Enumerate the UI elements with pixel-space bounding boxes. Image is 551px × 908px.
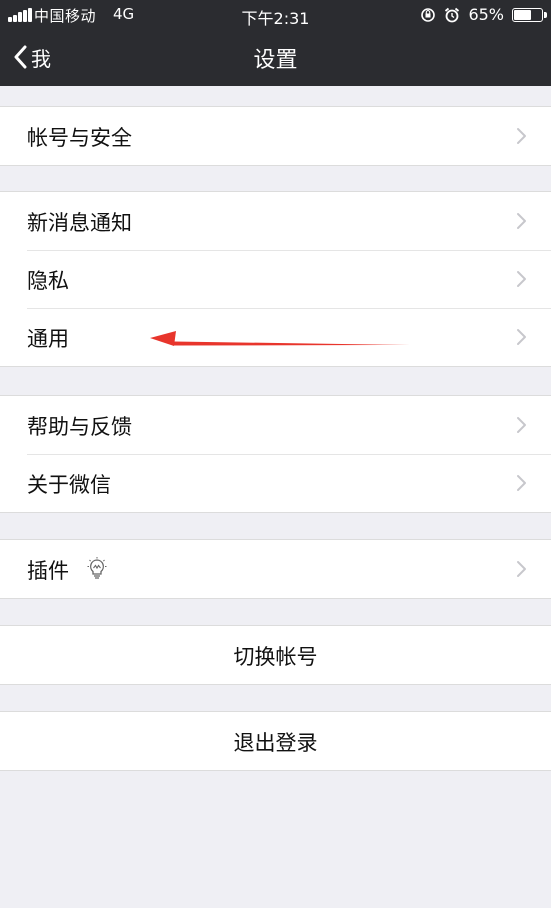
battery-icon bbox=[512, 7, 547, 22]
switch-account-button[interactable]: 切换帐号 bbox=[0, 626, 551, 684]
cell-privacy[interactable]: 隐私 bbox=[0, 250, 551, 308]
chevron-right-icon bbox=[517, 561, 526, 577]
logout-button[interactable]: 退出登录 bbox=[0, 712, 551, 770]
top-bar: 中国移动 4G 下午2:31 65% 我 设置 bbox=[0, 0, 551, 86]
cell-new-message-notifications[interactable]: 新消息通知 bbox=[0, 192, 551, 250]
logout-label: 退出登录 bbox=[233, 731, 318, 755]
status-right: 65% bbox=[420, 5, 547, 24]
account-group: 帐号与安全 bbox=[0, 106, 551, 166]
battery-percent: 65% bbox=[468, 5, 504, 24]
switch-account-label: 切换帐号 bbox=[233, 645, 318, 669]
chevron-right-icon bbox=[517, 128, 526, 144]
cell-label: 帐号与安全 bbox=[27, 126, 132, 150]
status-bar: 中国移动 4G 下午2:31 65% bbox=[0, 0, 551, 30]
help-group: 帮助与反馈 关于微信 bbox=[0, 395, 551, 513]
cell-label: 通用 bbox=[27, 327, 69, 351]
cell-label: 插件 bbox=[27, 559, 69, 583]
cell-account-security[interactable]: 帐号与安全 bbox=[0, 107, 551, 165]
rotation-lock-icon bbox=[421, 7, 436, 22]
plugins-group: 插件 bbox=[0, 539, 551, 599]
cell-label: 关于微信 bbox=[27, 473, 111, 497]
page-title: 设置 bbox=[253, 48, 298, 73]
cell-about[interactable]: 关于微信 bbox=[0, 454, 551, 512]
cell-help-feedback[interactable]: 帮助与反馈 bbox=[0, 396, 551, 454]
cell-label: 新消息通知 bbox=[27, 211, 132, 235]
cell-label: 隐私 bbox=[27, 269, 69, 293]
chevron-right-icon bbox=[517, 271, 526, 287]
chevron-right-icon bbox=[517, 329, 526, 345]
switch-account-group: 切换帐号 bbox=[0, 625, 551, 685]
chevron-right-icon bbox=[517, 417, 526, 433]
battery-level-fill bbox=[514, 9, 531, 20]
cell-general[interactable]: 通用 bbox=[0, 308, 551, 366]
cell-plugins[interactable]: 插件 bbox=[0, 540, 551, 598]
chevron-right-icon bbox=[517, 213, 526, 229]
navigation-bar: 我 设置 bbox=[0, 30, 551, 86]
chevron-right-icon bbox=[517, 475, 526, 491]
general-group: 新消息通知 隐私 通用 bbox=[0, 191, 551, 367]
cell-label: 帮助与反馈 bbox=[27, 415, 132, 439]
logout-group: 退出登录 bbox=[0, 711, 551, 771]
bulb-icon bbox=[87, 557, 107, 579]
alarm-icon bbox=[445, 7, 460, 22]
